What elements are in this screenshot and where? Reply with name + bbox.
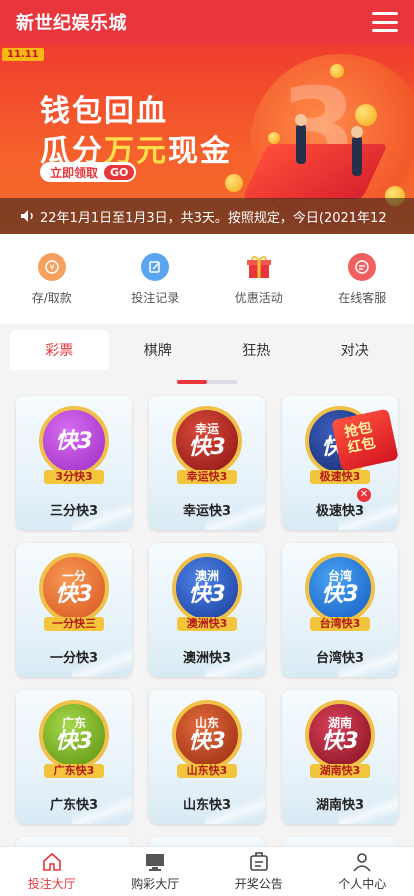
game-logo-ribbon: 山东快3: [177, 764, 237, 778]
app-root: 新世纪娱乐城 3 11.11 钱包回血 瓜分万元现金 立即领取 GO 22年1月…: [0, 0, 414, 896]
app-header: 新世纪娱乐城: [0, 0, 414, 44]
user-icon: [353, 852, 371, 872]
game-card[interactable]: 台湾 快3 台湾快3 台湾快3: [282, 543, 398, 677]
game-logo: 幸运 快3: [172, 406, 242, 476]
quick-bet-record[interactable]: 投注记录: [110, 252, 200, 306]
go-label: GO: [104, 164, 135, 180]
notice-marquee[interactable]: 22年1月1日至1月3日，共3天。按照规定，今日(2021年12: [0, 198, 414, 234]
game-logo: 台湾 快3: [305, 553, 375, 623]
bottom-nav: 投注大厅 购彩大厅 开奖公告 个人中心: [0, 846, 414, 896]
coin-icon: [355, 104, 377, 126]
game-card[interactable]: 一分 快3 一分快三 一分快3: [16, 543, 132, 677]
game-logo-ribbon: 一分快三: [44, 617, 104, 631]
nav-label: 个人中心: [338, 876, 387, 891]
game-logo-ribbon: 广东快3: [44, 764, 104, 778]
nav-profile[interactable]: 个人中心: [311, 847, 414, 896]
game-logo: 山东 快3: [172, 700, 242, 770]
tab-chess-cards[interactable]: 棋牌: [109, 330, 208, 370]
notice-text: 22年1月1日至1月3日，共3天。按照规定，今日(2021年12: [40, 210, 387, 226]
person-illustration: [351, 126, 363, 176]
game-logo: 澳洲 快3: [172, 553, 242, 623]
quick-customer-service[interactable]: 在线客服: [317, 252, 407, 306]
promo-banner[interactable]: 3 11.11 钱包回血 瓜分万元现金 立即领取 GO 22年1月1日至1月3日…: [0, 44, 414, 234]
quick-promotions[interactable]: 优惠活动: [214, 253, 304, 306]
monitor-icon: [146, 853, 165, 871]
banner-tag: 11.11: [2, 48, 44, 61]
category-tabs-area: 彩票 棋牌 狂热 对决: [0, 324, 414, 394]
tab-frenzy[interactable]: 狂热: [207, 330, 306, 370]
category-tabs: 彩票 棋牌 狂热 对决: [10, 330, 404, 370]
tab-lottery[interactable]: 彩票: [10, 330, 109, 370]
page-indicator: [177, 380, 237, 384]
game-logo: 一分 快3: [39, 553, 109, 623]
game-logo-ribbon: 澳洲快3: [177, 617, 237, 631]
game-logo: 湖南 快3: [305, 700, 375, 770]
close-icon[interactable]: ✕: [357, 488, 371, 502]
game-card[interactable]: 澳洲 快3 澳洲快3 澳洲快3: [149, 543, 265, 677]
game-logo-ribbon: 湖南快3: [310, 764, 370, 778]
home-icon: [42, 852, 61, 871]
game-logo-ribbon: 幸运快3: [177, 470, 237, 484]
coin-icon: [225, 174, 243, 192]
gift-icon: [245, 253, 273, 281]
game-card[interactable]: 广东 快3 广东快3 广东快3: [16, 690, 132, 824]
svg-text:¥: ¥: [49, 263, 54, 272]
deposit-withdraw-icon: ¥: [37, 252, 66, 281]
nav-label: 购彩大厅: [131, 876, 180, 891]
speaker-icon: [21, 210, 33, 222]
game-card[interactable]: 快3 3分快3 三分快3: [16, 396, 132, 530]
game-logo-ribbon: 台湾快3: [310, 617, 370, 631]
red-packet-float[interactable]: 抢包 红包: [330, 408, 400, 472]
bet-record-icon: [141, 252, 170, 281]
claim-now-button[interactable]: 立即领取 GO: [40, 162, 137, 182]
quick-label: 在线客服: [338, 290, 387, 305]
game-card[interactable]: 幸运 快3 幸运快3 幸运快3: [149, 396, 265, 530]
phone-illustration: [242, 144, 388, 199]
game-logo-ribbon: 3分快3: [44, 470, 104, 484]
nav-draw-results[interactable]: 开奖公告: [207, 847, 311, 896]
menu-icon[interactable]: [372, 12, 398, 32]
quick-actions: ¥ 存/取款 投注记录 优惠活动 在线客服: [0, 234, 414, 324]
app-title: 新世纪娱乐城: [16, 13, 127, 34]
chat-icon: [348, 252, 377, 281]
nav-label: 投注大厅: [27, 876, 76, 891]
person-illustration: [295, 114, 307, 164]
nav-betting-hall[interactable]: 投注大厅: [0, 847, 104, 896]
nav-label: 开奖公告: [234, 876, 283, 891]
quick-label: 优惠活动: [234, 290, 283, 305]
game-card[interactable]: 山东 快3 山东快3 山东快3: [149, 690, 265, 824]
game-logo: 广东 快3: [39, 700, 109, 770]
game-logo: 快3: [39, 406, 109, 476]
tab-duel[interactable]: 对决: [306, 330, 405, 370]
notice-icon: [249, 851, 268, 871]
game-card[interactable]: 湖南 快3 湖南快3 湖南快3: [282, 690, 398, 824]
quick-deposit-withdraw[interactable]: ¥ 存/取款: [7, 252, 97, 306]
coin-icon: [330, 64, 344, 78]
banner-headline-1: 钱包回血: [40, 94, 168, 129]
coin-icon: [268, 132, 280, 144]
nav-lottery-hall[interactable]: 购彩大厅: [104, 847, 208, 896]
claim-now-label: 立即领取: [50, 165, 99, 180]
quick-label: 存/取款: [31, 290, 72, 305]
game-logo-ribbon: 极速快3: [310, 470, 370, 484]
quick-label: 投注记录: [131, 290, 180, 305]
